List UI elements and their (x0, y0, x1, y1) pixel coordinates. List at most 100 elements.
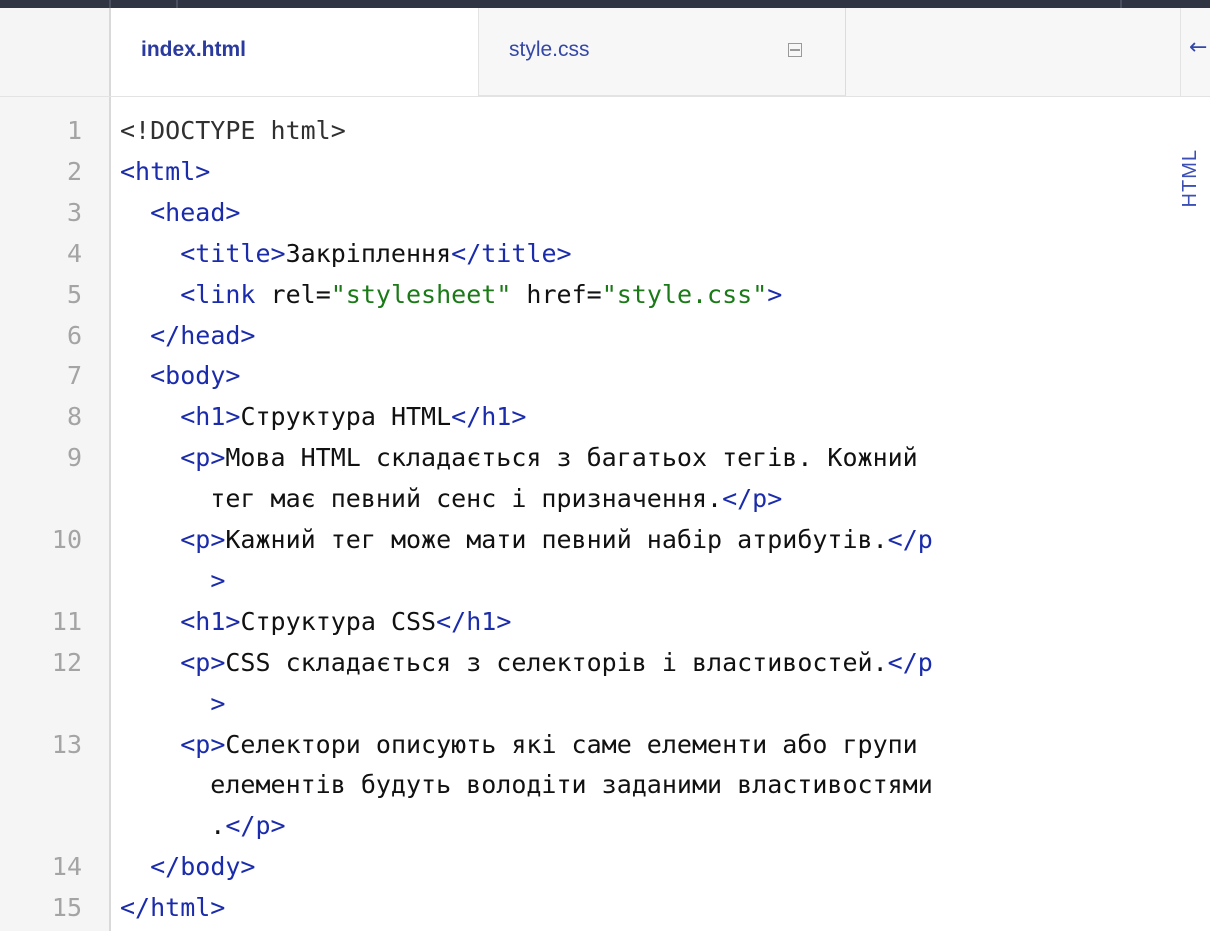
collapse-panel-icon[interactable] (788, 43, 802, 57)
code-text[interactable]: <head> (120, 193, 240, 233)
code-line[interactable]: 8 <h1>Структура HTML</h1> (0, 397, 1180, 437)
line-number: 4 (66, 238, 82, 268)
code-line[interactable]: 7 <body> (0, 356, 1180, 396)
tab-label: index.html (141, 38, 247, 61)
code-tag-token: <p> (180, 525, 226, 554)
code-line[interactable]: 6 </head> (0, 316, 1180, 356)
code-tag-token: <p> (180, 729, 226, 759)
code-text-token: Структура HTML (240, 402, 452, 432)
code-text-token: Закріплення (285, 238, 452, 268)
code-text[interactable]: <p>Мова HTML складається з багатьох тегі… (120, 438, 918, 478)
tab-scroll-control[interactable]: ← (1180, 8, 1210, 97)
code-text[interactable]: <html> (120, 152, 210, 192)
line-number: 14 (51, 852, 82, 882)
code-tag-token: </head> (150, 320, 256, 350)
code-text[interactable]: > (120, 561, 225, 601)
line-number: 2 (66, 156, 82, 186)
code-tag-token: </p (887, 525, 933, 554)
line-number: 10 (51, 525, 82, 554)
code-editor[interactable]: HTML 1 <!DOCTYPE html> 2 <html> 3 <head> 4 <t… (0, 97, 1210, 931)
line-number: 9 (66, 443, 82, 473)
code-tag-token: </h1> (451, 402, 527, 432)
tab-index-html[interactable]: index.html (111, 8, 478, 96)
code-text-token: Селектори описують які саме елементи або… (225, 729, 918, 759)
code-tag-token: <h1> (180, 606, 241, 636)
code-line[interactable]: 1 <!DOCTYPE html> (0, 111, 1180, 151)
code-line[interactable]: > (0, 684, 1180, 724)
line-number: 11 (51, 606, 82, 636)
code-tag-token: <h1> (180, 402, 241, 432)
code-text-token: CSS складається з селекторів і властивос… (225, 647, 888, 677)
code-text[interactable]: <p>CSS складається з селекторів і власти… (120, 643, 933, 683)
top-bar-divider (176, 0, 178, 8)
code-text[interactable]: тег має певний сенс і призначення.</p> (120, 479, 782, 519)
tab-bar-gutter (0, 8, 111, 96)
code-text[interactable]: <h1>Структура CSS</h1> (120, 602, 511, 642)
code-string-token: "stylesheet" (330, 279, 512, 309)
code-text[interactable]: <!DOCTYPE html> (120, 111, 346, 151)
code-text[interactable]: .</p> (120, 806, 286, 846)
code-line[interactable]: 14 </body> (0, 847, 1180, 887)
code-text[interactable]: <h1>Структура HTML</h1> (120, 397, 526, 437)
code-line[interactable]: 12 <p>CSS складається з селекторів і вла… (0, 643, 1180, 683)
code-text[interactable]: </html> (120, 888, 225, 928)
code-text-token: елементів будуть володіти заданими власт… (120, 770, 933, 800)
code-text[interactable]: </body> (120, 847, 255, 887)
code-text[interactable]: <title>Закріплення</title> (120, 234, 571, 274)
code-line[interactable]: > (0, 561, 1180, 601)
code-tag-token: </h1> (436, 606, 512, 636)
code-line[interactable]: 15 </html> (0, 888, 1180, 928)
editor-tab-bar: index.html style.css ← (0, 8, 1210, 97)
code-text[interactable]: <link rel="stylesheet" href="style.css"> (120, 275, 782, 315)
code-line[interactable]: 2 <html> (0, 152, 1180, 192)
code-tag-token: <p> (180, 443, 226, 473)
code-tag-token: </p> (722, 484, 783, 514)
code-string-token: "style.css" (601, 279, 768, 309)
code-line[interactable]: 5 <link rel="stylesheet" href="style.css… (0, 275, 1180, 315)
line-number: 12 (51, 647, 82, 677)
line-number: 3 (66, 197, 82, 227)
line-number: 15 (51, 893, 82, 923)
code-line[interactable]: елементів будуть володіти заданими власт… (0, 765, 1180, 805)
code-text-token: тег має певний сенс і призначення. (120, 484, 723, 514)
top-bar-divider (109, 0, 111, 8)
code-tag-token: > (767, 279, 783, 309)
code-line[interactable]: 10 <p>Кажний тег може мати певний набір … (0, 520, 1180, 560)
code-text[interactable]: <p>Селектори описують які саме елементи … (120, 725, 918, 765)
code-line[interactable]: 4 <title>Закріплення</title> (0, 234, 1180, 274)
code-text[interactable]: <body> (120, 356, 240, 396)
code-text-token: Структура CSS (240, 606, 437, 636)
code-text[interactable]: елементів будуть володіти заданими власт… (120, 765, 933, 805)
code-tag-token: > (210, 565, 226, 595)
tab-style-css[interactable]: style.css (478, 8, 846, 96)
code-line[interactable]: .</p> (0, 806, 1180, 846)
language-label: HTML (1179, 149, 1201, 208)
code-text-token: Кажний тег може мати певний набір атрибу… (225, 525, 888, 554)
line-number: 6 (66, 320, 82, 350)
line-number: 8 (66, 402, 82, 432)
code-line[interactable]: 9 <p>Мова HTML складається з багатьох те… (0, 438, 1180, 478)
line-number: 5 (66, 279, 82, 309)
code-text-token: Мова HTML складається з багатьох тегів. … (225, 443, 918, 473)
line-number: 1 (66, 116, 82, 145)
code-tag-token: </html> (120, 893, 226, 923)
left-arrow-icon[interactable]: ← (1189, 35, 1207, 60)
code-line[interactable]: тег має певний сенс і призначення.</p> (0, 479, 1180, 519)
code-line[interactable]: 3 <head> (0, 193, 1180, 233)
top-bar-divider (1120, 0, 1122, 8)
code-text[interactable]: > (120, 684, 225, 724)
code-text[interactable]: </head> (120, 316, 255, 356)
code-line[interactable]: 11 <h1>Структура CSS</h1> (0, 602, 1180, 642)
code-tag-token: > (210, 688, 226, 718)
code-tag-token: </p> (225, 811, 286, 841)
code-tag-token: <p> (180, 647, 226, 677)
code-text[interactable]: <p>Кажний тег може мати певний набір атр… (120, 520, 933, 560)
code-line[interactable]: 13 <p>Селектори описують які саме елемен… (0, 725, 1180, 765)
